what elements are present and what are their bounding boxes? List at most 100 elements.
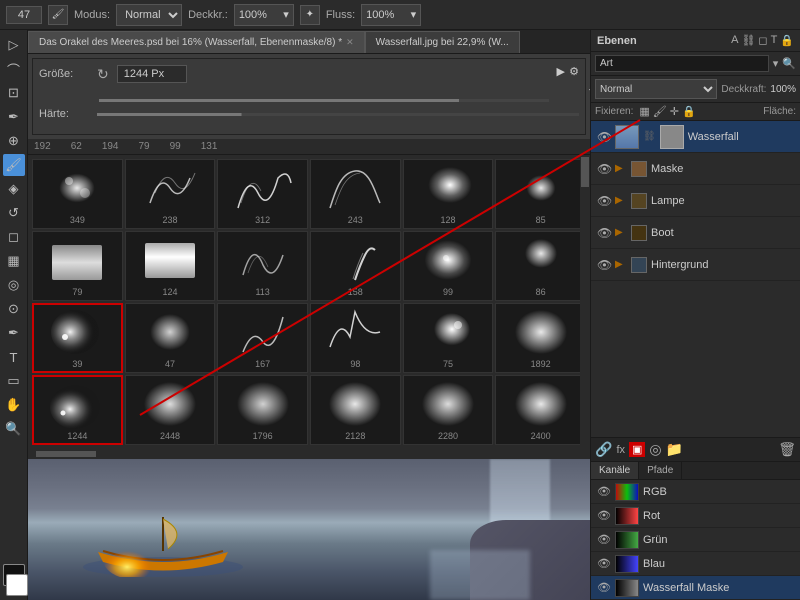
brush-item-124[interactable]: 124 xyxy=(125,231,216,301)
channel-gruen[interactable]: 👁 Grün xyxy=(591,528,800,552)
layers-search-input[interactable] xyxy=(595,55,769,72)
deckkraft-value[interactable]: 100%▾ xyxy=(234,4,294,26)
brush-item-2400[interactable]: 2400 xyxy=(495,375,586,445)
hardness-slider[interactable] xyxy=(97,113,579,116)
channel-gruen-eye[interactable]: 👁 xyxy=(597,533,611,546)
channel-wasserfall-maske[interactable]: 👁 Wasserfall Maske xyxy=(591,576,800,600)
mask-icon[interactable]: ▣ xyxy=(629,442,645,457)
channel-blau-eye[interactable]: 👁 xyxy=(597,557,611,570)
tab-orakel[interactable]: Das Orakel des Meeres.psd bei 16% (Wasse… xyxy=(28,31,365,53)
layer-maske-triangle[interactable]: ▶ xyxy=(615,163,627,174)
brush-item-243[interactable]: 243 xyxy=(310,159,401,229)
layer-hintergrund-eye[interactable]: 👁 xyxy=(597,258,611,272)
link-icon[interactable]: 🔗 xyxy=(595,441,612,458)
brush-item-158[interactable]: 158 xyxy=(310,231,401,301)
search-filter-icon[interactable]: ▾ xyxy=(773,57,779,70)
size-slider-track[interactable] xyxy=(99,99,549,102)
brush-item-98[interactable]: 98 xyxy=(310,303,401,373)
trash-icon[interactable]: 🗑 xyxy=(778,441,796,458)
tool-gradient[interactable]: ▦ xyxy=(3,250,25,272)
tool-eyedrop[interactable]: ✒ xyxy=(3,106,25,128)
tool-eraser[interactable]: ◻ xyxy=(3,226,25,248)
layer-boot[interactable]: 👁 ▶ Boot xyxy=(591,217,800,249)
tool-heal[interactable]: ⊕ xyxy=(3,130,25,152)
brush-grid-hscroll[interactable] xyxy=(28,449,590,459)
airbrush-icon[interactable]: ✦ xyxy=(300,5,320,25)
layer-hintergrund[interactable]: 👁 ▶ Hintergrund xyxy=(591,249,800,281)
tab-pfade[interactable]: Pfade xyxy=(639,462,682,479)
channel-rot[interactable]: 👁 Rot xyxy=(591,504,800,528)
brush-item-2128[interactable]: 2128 xyxy=(310,375,401,445)
layer-lampe[interactable]: 👁 ▶ Lampe xyxy=(591,185,800,217)
fx-icon[interactable]: fx xyxy=(616,444,625,456)
tool-blur[interactable]: ◎ xyxy=(3,274,25,296)
layer-boot-triangle[interactable]: ▶ xyxy=(615,227,627,238)
tool-shape[interactable]: ▭ xyxy=(3,370,25,392)
layer-lampe-eye[interactable]: 👁 xyxy=(597,194,611,208)
arrow-right[interactable]: ▶ xyxy=(557,65,565,78)
brush-item-128[interactable]: 128 xyxy=(403,159,494,229)
brush-item-75[interactable]: 75 xyxy=(403,303,494,373)
panel-icon-lock[interactable]: 🔒 xyxy=(780,34,794,47)
brush-item-349[interactable]: 349 xyxy=(32,159,123,229)
brush-item-86[interactable]: 86 xyxy=(495,231,586,301)
channel-rot-eye[interactable]: 👁 xyxy=(597,509,611,522)
gear-settings[interactable]: ⚙ xyxy=(569,65,579,78)
brush-item-1892[interactable]: 1892 xyxy=(495,303,586,373)
tool-dodge[interactable]: ⊙ xyxy=(3,298,25,320)
fix-all[interactable]: 🔒 xyxy=(682,105,696,118)
brush-item-99[interactable]: 99 xyxy=(403,231,494,301)
brush-grid-scrollbar-thumb[interactable] xyxy=(581,157,589,187)
brush-item-39[interactable]: 39 xyxy=(32,303,123,373)
refresh-icon[interactable]: ↻ xyxy=(97,66,109,83)
size-value[interactable]: 1244 Px xyxy=(117,65,187,83)
tool-hand[interactable]: ✋ xyxy=(3,394,25,416)
tool-text[interactable]: T xyxy=(3,346,25,368)
tool-crop[interactable]: ⊡ xyxy=(3,82,25,104)
layer-lampe-triangle[interactable]: ▶ xyxy=(615,195,627,206)
fix-checkerboard[interactable]: ▦ xyxy=(639,105,649,118)
tool-select[interactable]: ▷ xyxy=(3,34,25,56)
brush-item-238[interactable]: 238 xyxy=(125,159,216,229)
panel-icon-A[interactable]: A xyxy=(731,34,738,47)
adjustment-icon[interactable]: ◎ xyxy=(649,441,661,458)
brush-item-47[interactable]: 47 xyxy=(125,303,216,373)
layer-wasserfall[interactable]: 👁 ⛓ Wasserfall xyxy=(591,121,800,153)
layer-boot-eye[interactable]: 👁 xyxy=(597,226,611,240)
tab-orakel-close[interactable]: ✕ xyxy=(346,37,354,48)
fluss-value[interactable]: 100%▾ xyxy=(361,4,421,26)
tool-history[interactable]: ↺ xyxy=(3,202,25,224)
tool-lasso[interactable]: ⌒ xyxy=(3,58,25,80)
channel-rgb-eye[interactable]: 👁 xyxy=(597,485,611,498)
channel-rgb[interactable]: 👁 RGB xyxy=(591,480,800,504)
layer-wasserfall-eye[interactable]: 👁 xyxy=(597,130,611,144)
background-color[interactable] xyxy=(6,574,28,596)
brush-item-79[interactable]: 79 xyxy=(32,231,123,301)
brush-item-1244[interactable]: 1244 xyxy=(32,375,123,445)
channel-maske-eye[interactable]: 👁 xyxy=(597,581,611,594)
brush-grid-scrollbar[interactable] xyxy=(580,155,590,449)
brush-item-2280[interactable]: 2280 xyxy=(403,375,494,445)
fix-move[interactable]: ✛ xyxy=(670,105,679,118)
brush-item-113[interactable]: 113 xyxy=(217,231,308,301)
hscroll-thumb[interactable] xyxy=(36,451,96,457)
panel-icon-chain[interactable]: ⛓ xyxy=(741,34,755,47)
channel-blau[interactable]: 👁 Blau xyxy=(591,552,800,576)
brush-item-167[interactable]: 167 xyxy=(217,303,308,373)
panel-icon-T[interactable]: T xyxy=(771,34,778,47)
brush-item-1796[interactable]: 1796 xyxy=(217,375,308,445)
brush-item-2448[interactable]: 2448 xyxy=(125,375,216,445)
brush-item-85[interactable]: 85 xyxy=(495,159,586,229)
tool-zoom[interactable]: 🔍 xyxy=(3,418,25,440)
layer-hintergrund-triangle[interactable]: ▶ xyxy=(615,259,627,270)
layer-maske[interactable]: 👁 ▶ Maske xyxy=(591,153,800,185)
size-slider-container[interactable] xyxy=(99,89,549,102)
panel-icon-mask[interactable]: ◻ xyxy=(758,34,767,47)
layer-maske-eye[interactable]: 👁 xyxy=(597,162,611,176)
modus-select[interactable]: Normal xyxy=(116,4,182,26)
brush-icon[interactable]: 🖌 xyxy=(48,5,68,25)
tab-wasserfall[interactable]: Wasserfall.jpg bei 22,9% (W... xyxy=(365,31,520,53)
blend-mode-select[interactable]: Normal xyxy=(595,79,717,99)
tab-kanale[interactable]: Kanäle xyxy=(591,462,639,479)
tool-stamp[interactable]: ◈ xyxy=(3,178,25,200)
